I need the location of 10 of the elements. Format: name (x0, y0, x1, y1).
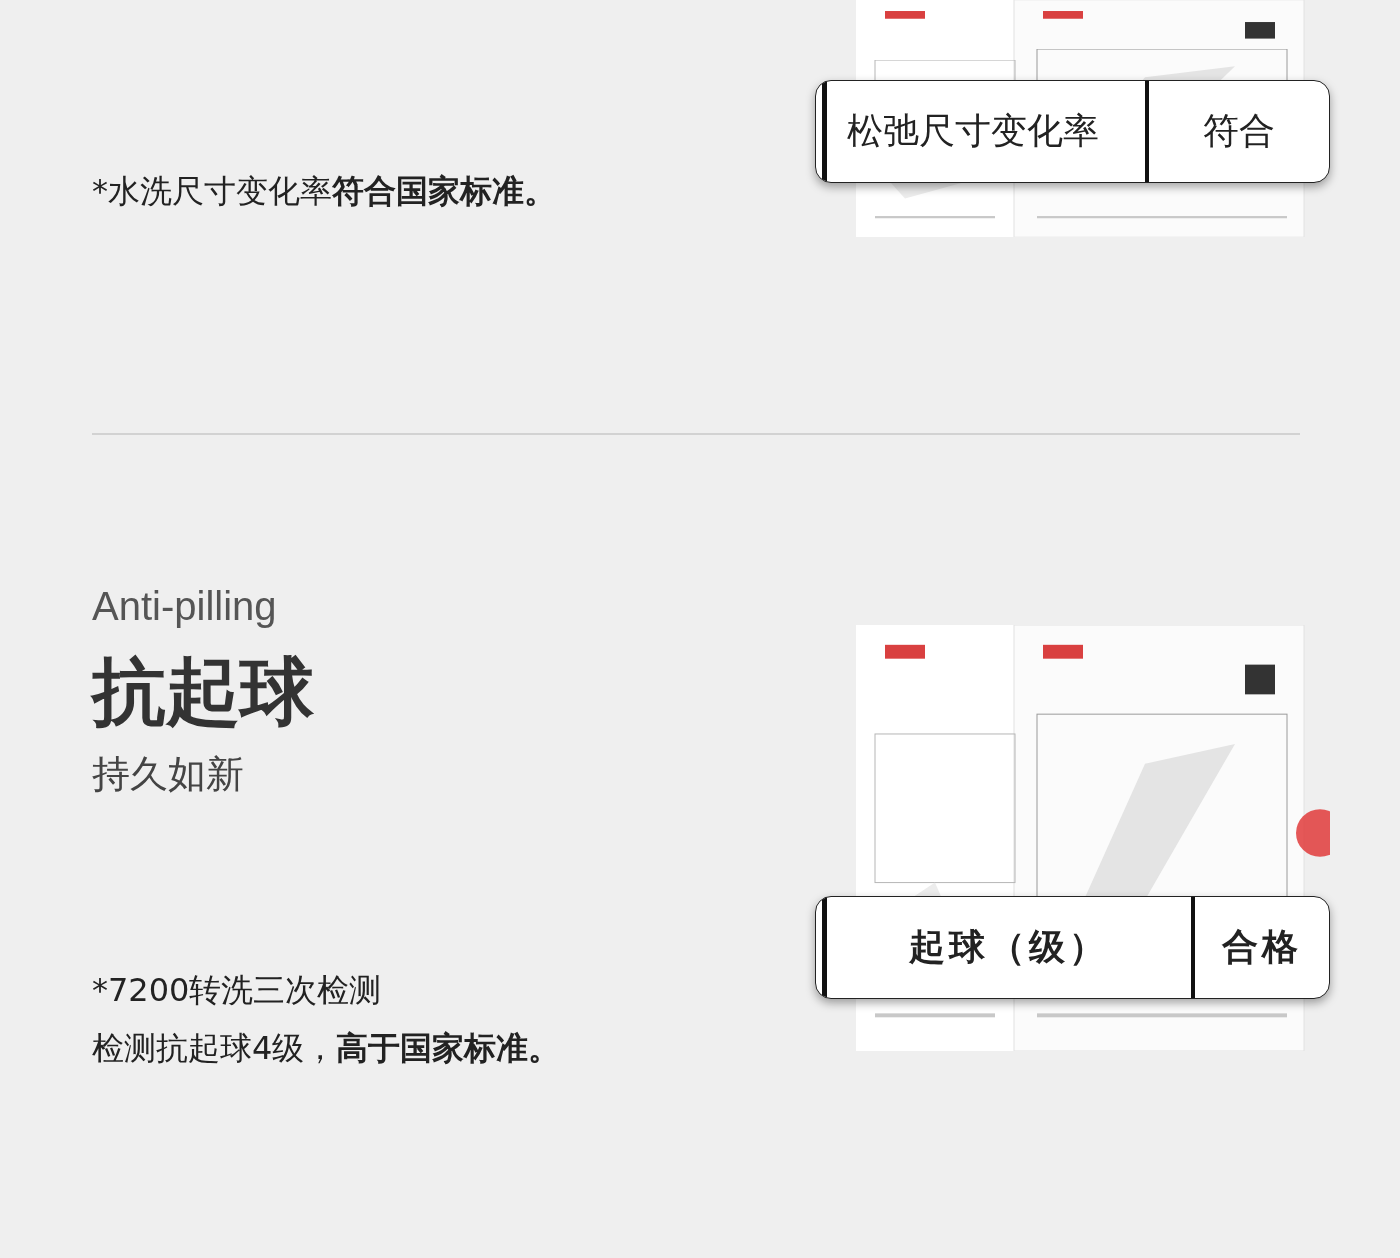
test-item-label: 松弛尺寸变化率 (822, 81, 1145, 182)
section-title: 抗起球 (92, 647, 315, 736)
test-result-label: 符合 (1145, 81, 1329, 182)
test-result-label: 合格 (1191, 897, 1329, 998)
note-text: *水洗尺寸变化率符合国家标准。 (92, 171, 557, 212)
note-text: 检测抗起球4级，高于国家标准。 (92, 1028, 562, 1069)
test-item-label: 起球（级） (822, 897, 1191, 998)
note-text: *7200转洗三次检测 (92, 970, 383, 1011)
section-subtitle: Anti-pilling (92, 583, 278, 630)
section-tagline: 持久如新 (92, 751, 245, 798)
